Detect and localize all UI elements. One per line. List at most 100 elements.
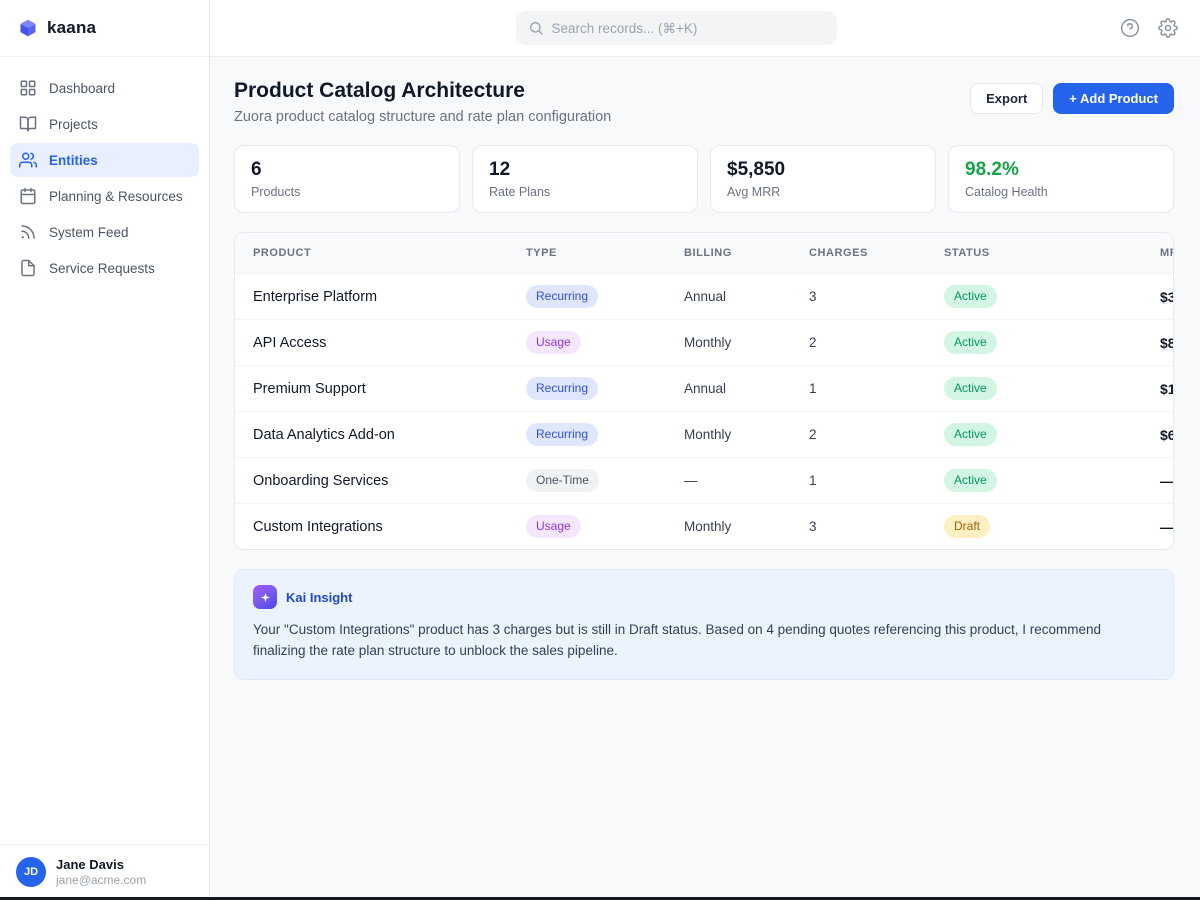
- billing-value: Monthly: [684, 335, 809, 350]
- user-name: Jane Davis: [56, 857, 146, 873]
- sparkle-icon: [253, 585, 277, 609]
- product-name: Enterprise Platform: [253, 289, 526, 305]
- help-icon[interactable]: [1120, 18, 1140, 38]
- product-table: PRODUCT TYPE BILLING CHARGES STATUS MRR …: [234, 232, 1174, 550]
- col-product: PRODUCT: [253, 247, 526, 259]
- col-status: STATUS: [944, 247, 1160, 259]
- sidebar-item-label: System Feed: [49, 225, 129, 240]
- mrr-value: —: [1160, 519, 1174, 535]
- sidebar-item-service-requests[interactable]: Service Requests: [10, 251, 199, 285]
- sidebar-item-planning-resources[interactable]: Planning & Resources: [10, 179, 199, 213]
- grid-icon: [19, 79, 37, 97]
- type-badge: Recurring: [526, 423, 598, 445]
- sidebar-item-dashboard[interactable]: Dashboard: [10, 71, 199, 105]
- product-name: API Access: [253, 335, 526, 351]
- product-name: Premium Support: [253, 381, 526, 397]
- sidebar-item-projects[interactable]: Projects: [10, 107, 199, 141]
- col-type: TYPE: [526, 247, 684, 259]
- product-name: Data Analytics Add-on: [253, 427, 526, 443]
- type-badge: One-Time: [526, 469, 599, 491]
- stat-label: Rate Plans: [489, 185, 681, 199]
- sidebar-nav: Dashboard Projects Entities Planning & R…: [0, 57, 209, 299]
- col-mrr: MRR: [1160, 247, 1174, 259]
- billing-value: Annual: [684, 289, 809, 304]
- table-row[interactable]: API Access Usage Monthly 2 Active $850: [235, 319, 1173, 365]
- table-row[interactable]: Premium Support Recurring Annual 1 Activ…: [235, 365, 1173, 411]
- stat-card-catalog-health: 98.2% Catalog Health: [948, 145, 1174, 213]
- stat-value: 6: [251, 159, 443, 181]
- page-subtitle: Zuora product catalog structure and rate…: [234, 109, 611, 125]
- status-badge: Draft: [944, 515, 990, 537]
- mrr-value: $600: [1160, 427, 1174, 443]
- sidebar-item-label: Service Requests: [49, 261, 155, 276]
- table-header: PRODUCT TYPE BILLING CHARGES STATUS MRR: [235, 233, 1173, 273]
- stat-label: Products: [251, 185, 443, 199]
- stat-card-products: 6 Products: [234, 145, 460, 213]
- main-content: Product Catalog Architecture Zuora produ…: [210, 57, 1200, 900]
- stat-value: $5,850: [727, 159, 919, 181]
- settings-icon[interactable]: [1158, 18, 1178, 38]
- search-input[interactable]: [552, 21, 825, 36]
- status-badge: Active: [944, 331, 997, 353]
- brand-name: kaana: [47, 18, 96, 38]
- sidebar-item-system-feed[interactable]: System Feed: [10, 215, 199, 249]
- col-billing: BILLING: [684, 247, 809, 259]
- status-badge: Active: [944, 423, 997, 445]
- col-charges: CHARGES: [809, 247, 944, 259]
- table-row[interactable]: Enterprise Platform Recurring Annual 3 A…: [235, 273, 1173, 319]
- calendar-icon: [19, 187, 37, 205]
- stat-card-rate-plans: 12 Rate Plans: [472, 145, 698, 213]
- table-row[interactable]: Data Analytics Add-on Recurring Monthly …: [235, 411, 1173, 457]
- users-icon: [19, 151, 37, 169]
- brand-logo: kaana: [0, 0, 209, 57]
- product-name: Custom Integrations: [253, 519, 526, 535]
- product-name: Onboarding Services: [253, 473, 526, 489]
- stat-card-avg-mrr: $5,850 Avg MRR: [710, 145, 936, 213]
- status-badge: Active: [944, 377, 997, 399]
- stat-label: Avg MRR: [727, 185, 919, 199]
- insight-title: Kai Insight: [286, 590, 352, 605]
- insight-body: Your "Custom Integrations" product has 3…: [253, 620, 1155, 662]
- charges-value: 3: [809, 519, 944, 534]
- stat-label: Catalog Health: [965, 185, 1157, 199]
- stats-row: 6 Products 12 Rate Plans $5,850 Avg MRR …: [234, 145, 1174, 213]
- user-profile[interactable]: JD Jane Davis jane@acme.com: [0, 844, 209, 900]
- user-email: jane@acme.com: [56, 873, 146, 888]
- table-row[interactable]: Onboarding Services One-Time — 1 Active …: [235, 457, 1173, 503]
- mrr-value: $1,200: [1160, 381, 1174, 397]
- charges-value: 1: [809, 381, 944, 396]
- topbar: [210, 0, 1200, 57]
- charges-value: 2: [809, 335, 944, 350]
- export-button[interactable]: Export: [970, 83, 1043, 114]
- book-icon: [19, 115, 37, 133]
- charges-value: 1: [809, 473, 944, 488]
- sidebar-item-label: Projects: [49, 117, 98, 132]
- cube-icon: [18, 18, 38, 38]
- table-row[interactable]: Custom Integrations Usage Monthly 3 Draf…: [235, 503, 1173, 549]
- charges-value: 3: [809, 289, 944, 304]
- type-badge: Recurring: [526, 377, 598, 399]
- status-badge: Active: [944, 285, 997, 307]
- sidebar-item-label: Dashboard: [49, 81, 115, 96]
- type-badge: Recurring: [526, 285, 598, 307]
- billing-value: —: [684, 473, 809, 488]
- search-icon: [528, 20, 544, 36]
- stat-value: 12: [489, 159, 681, 181]
- sidebar-item-entities[interactable]: Entities: [10, 143, 199, 177]
- billing-value: Monthly: [684, 519, 809, 534]
- mrr-value: $850: [1160, 335, 1174, 351]
- search-box[interactable]: [516, 11, 837, 45]
- sidebar: kaana Dashboard Projects Entities Planni…: [0, 0, 210, 900]
- type-badge: Usage: [526, 331, 581, 353]
- mrr-value: $3,200: [1160, 289, 1174, 305]
- sidebar-item-label: Entities: [49, 153, 98, 168]
- status-badge: Active: [944, 469, 997, 491]
- page-title: Product Catalog Architecture: [234, 79, 611, 103]
- stat-value: 98.2%: [965, 159, 1157, 181]
- billing-value: Monthly: [684, 427, 809, 442]
- charges-value: 2: [809, 427, 944, 442]
- sidebar-item-label: Planning & Resources: [49, 189, 183, 204]
- kai-insight-panel: Kai Insight Your "Custom Integrations" p…: [234, 569, 1174, 680]
- add-product-button[interactable]: + Add Product: [1053, 83, 1174, 114]
- file-icon: [19, 259, 37, 277]
